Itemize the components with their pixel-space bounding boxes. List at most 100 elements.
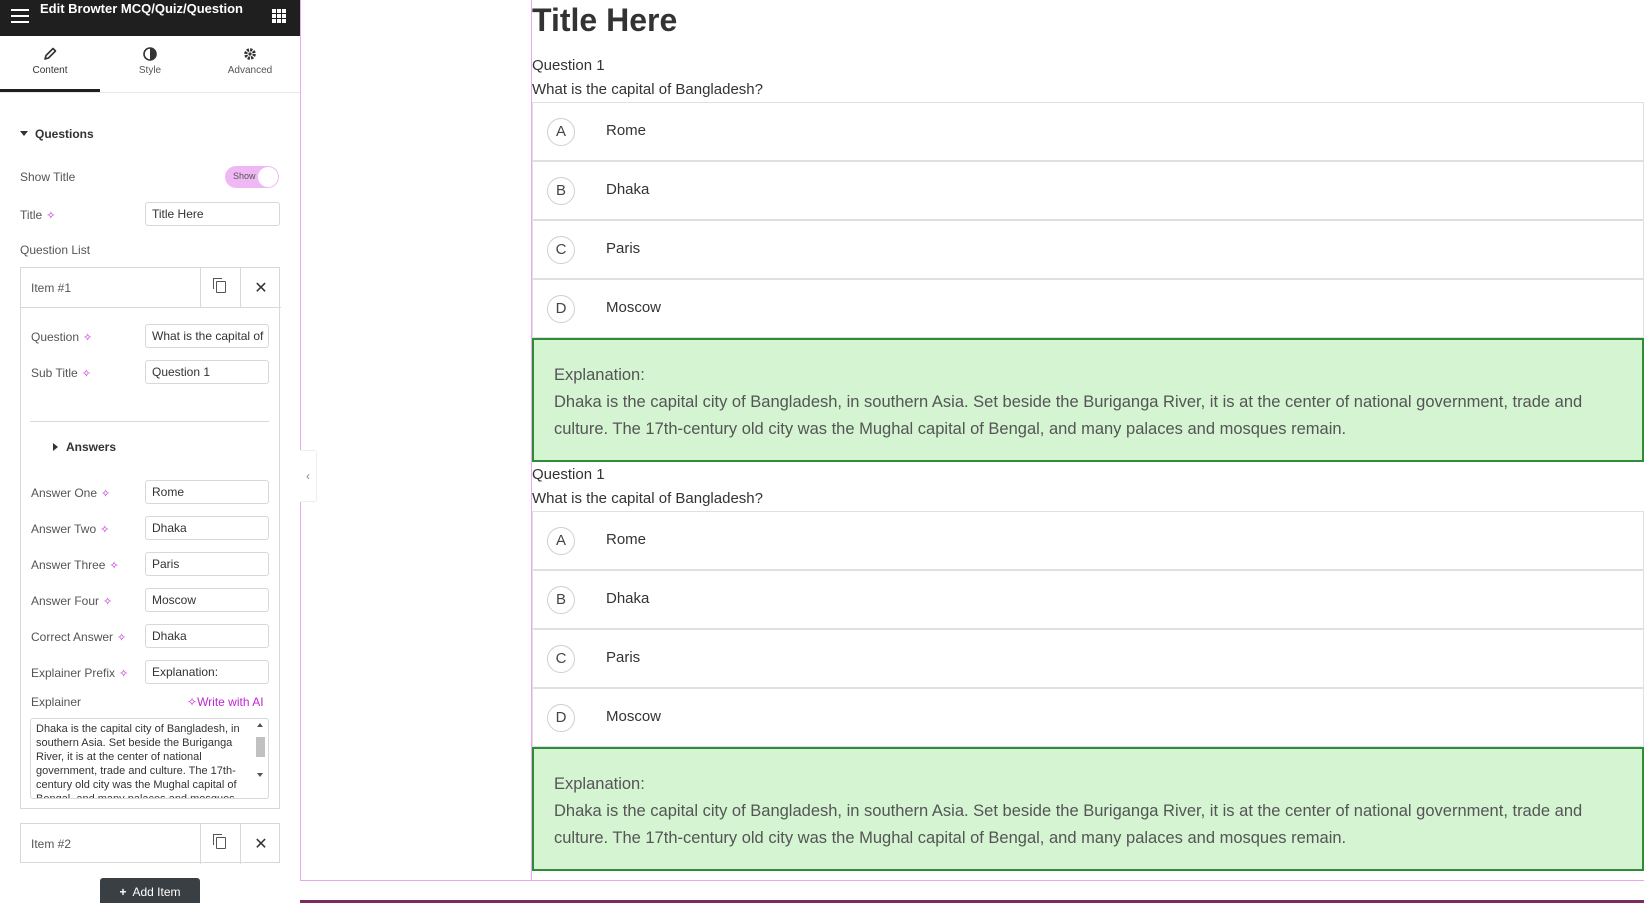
repeater-item-2[interactable]: Item #2 ✕ bbox=[20, 823, 280, 864]
scroll-down-icon bbox=[257, 773, 263, 777]
option-letter: C bbox=[547, 236, 575, 264]
question-label: Question ✧ bbox=[31, 330, 92, 344]
apps-grid-icon[interactable] bbox=[272, 9, 286, 23]
panel-title: Edit Browter MCQ/Quiz/Question bbox=[40, 1, 243, 16]
ai-sparkle-icon[interactable]: ✧ bbox=[103, 596, 112, 608]
sub-title-input[interactable]: Question 1 bbox=[145, 360, 269, 384]
question-text: What is the capital of Bangladesh? bbox=[532, 490, 763, 507]
duplicate-item-button[interactable] bbox=[200, 824, 240, 864]
ai-sparkle-icon[interactable]: ✧ bbox=[117, 632, 126, 644]
question-input[interactable]: What is the capital of bbox=[145, 324, 269, 348]
correct-answer-label-text: Correct Answer bbox=[31, 630, 114, 644]
answer-option[interactable]: B Dhaka bbox=[532, 161, 1644, 220]
explanation-text: Dhaka is the capital city of Bangladesh,… bbox=[554, 393, 1583, 438]
explanation-text: Dhaka is the capital city of Bangladesh,… bbox=[554, 802, 1583, 847]
plus-icon: + bbox=[119, 885, 127, 899]
add-item-button[interactable]: + Add Item bbox=[100, 878, 200, 903]
answer-one-label: Answer One ✧ bbox=[31, 486, 110, 500]
explainer-textarea[interactable]: Dhaka is the capital city of Bangladesh,… bbox=[30, 718, 269, 799]
option-text: Dhaka bbox=[606, 590, 650, 607]
answer-four-label: Answer Four ✧ bbox=[31, 594, 112, 608]
ai-sparkle-icon[interactable]: ✧ bbox=[109, 560, 118, 572]
answer-option[interactable]: D Moscow bbox=[532, 279, 1644, 338]
answer-option[interactable]: A Rome bbox=[532, 511, 1644, 570]
close-icon: ✕ bbox=[254, 280, 268, 297]
tab-style-label: Style bbox=[138, 65, 162, 76]
panel-tabs: Content Style Advanced bbox=[0, 36, 300, 93]
answer-option[interactable]: B Dhaka bbox=[532, 570, 1644, 629]
scroll-thumb[interactable] bbox=[256, 737, 265, 757]
pencil-icon bbox=[44, 47, 57, 60]
answer-three-input[interactable]: Paris bbox=[145, 552, 269, 576]
option-letter: D bbox=[547, 295, 575, 323]
answer-option[interactable]: C Paris bbox=[532, 629, 1644, 688]
explanation-prefix: Explanation: bbox=[554, 366, 645, 384]
sub-title-label-text: Sub Title bbox=[31, 366, 78, 380]
tab-content-label: Content bbox=[32, 65, 68, 76]
quiz-title: Title Here bbox=[532, 2, 678, 38]
caret-right-icon bbox=[53, 442, 58, 451]
option-text: Paris bbox=[606, 649, 641, 666]
copy-icon bbox=[213, 278, 226, 293]
explainer-label: Explainer bbox=[31, 695, 82, 709]
show-title-label: Show Title bbox=[20, 170, 76, 184]
answers-section-title: Answers bbox=[66, 440, 117, 454]
title-input[interactable]: Title Here bbox=[145, 202, 280, 226]
option-text: Rome bbox=[606, 531, 647, 548]
duplicate-item-button[interactable] bbox=[200, 268, 240, 308]
title-label: Title ✧ bbox=[20, 208, 55, 222]
remove-item-button[interactable]: ✕ bbox=[240, 268, 280, 308]
chevron-left-icon: ‹ bbox=[306, 469, 310, 483]
option-letter: C bbox=[547, 645, 575, 673]
item-header[interactable]: Item #1 ✕ bbox=[21, 268, 281, 308]
ai-sparkle-icon[interactable]: ✧ bbox=[82, 368, 91, 380]
option-letter: A bbox=[547, 118, 575, 146]
scroll-up-icon bbox=[257, 723, 263, 727]
answer-two-input[interactable]: Dhaka bbox=[145, 516, 269, 540]
copy-icon bbox=[213, 834, 226, 849]
textarea-scrollbar[interactable] bbox=[255, 721, 266, 795]
add-item-label: Add Item bbox=[132, 885, 181, 899]
preview-border bbox=[300, 0, 301, 880]
ai-sparkle-icon[interactable]: ✧ bbox=[100, 524, 109, 536]
answer-three-label-text: Answer Three bbox=[31, 558, 106, 572]
answer-three-label: Answer Three ✧ bbox=[31, 558, 119, 572]
explainer-prefix-input[interactable]: Explanation: bbox=[145, 660, 269, 684]
collapse-panel-button[interactable]: ‹ bbox=[300, 450, 317, 502]
answer-option[interactable]: C Paris bbox=[532, 220, 1644, 279]
questions-section-toggle[interactable]: Questions bbox=[20, 127, 94, 141]
tab-content[interactable]: Content bbox=[0, 36, 100, 92]
option-text: Rome bbox=[606, 122, 647, 139]
option-letter: B bbox=[547, 177, 575, 205]
show-title-toggle[interactable]: Show bbox=[225, 166, 279, 188]
explainer-prefix-label-text: Explainer Prefix bbox=[31, 666, 116, 680]
remove-item-button[interactable]: ✕ bbox=[240, 824, 280, 864]
answer-two-label: Answer Two ✧ bbox=[31, 522, 109, 536]
answers-section-toggle[interactable]: Answers bbox=[53, 440, 116, 454]
answer-option[interactable]: D Moscow bbox=[532, 688, 1644, 747]
ai-sparkle-icon[interactable]: ✧ bbox=[83, 332, 92, 344]
explanation-box: Explanation: Dhaka is the capital city o… bbox=[532, 747, 1644, 871]
write-with-ai-link[interactable]: ✧Write with AI bbox=[187, 695, 264, 709]
answer-option[interactable]: A Rome bbox=[532, 102, 1644, 161]
question-label-text: Question bbox=[31, 330, 80, 344]
ai-sparkle-icon[interactable]: ✧ bbox=[119, 668, 128, 680]
correct-answer-input[interactable]: Dhaka bbox=[145, 624, 269, 648]
tab-advanced[interactable]: Advanced bbox=[200, 36, 300, 92]
answer-four-input[interactable]: Moscow bbox=[145, 588, 269, 612]
title-label-text: Title bbox=[20, 208, 43, 222]
menu-icon[interactable] bbox=[11, 9, 29, 23]
toggle-text: Show bbox=[233, 171, 256, 181]
ai-sparkle-icon[interactable]: ✧ bbox=[46, 210, 55, 222]
ai-sparkle-icon[interactable]: ✧ bbox=[101, 488, 110, 500]
question-text: What is the capital of Bangladesh? bbox=[532, 81, 763, 98]
option-text: Paris bbox=[606, 240, 641, 257]
explainer-text: Dhaka is the capital city of Bangladesh,… bbox=[36, 723, 240, 799]
tab-style[interactable]: Style bbox=[100, 36, 200, 92]
write-with-ai-text: Write with AI bbox=[197, 695, 264, 709]
divider bbox=[30, 421, 269, 422]
option-text: Dhaka bbox=[606, 181, 650, 198]
answer-one-input[interactable]: Rome bbox=[145, 480, 269, 504]
close-icon: ✕ bbox=[254, 836, 268, 853]
question-list-label: Question List bbox=[20, 243, 91, 257]
